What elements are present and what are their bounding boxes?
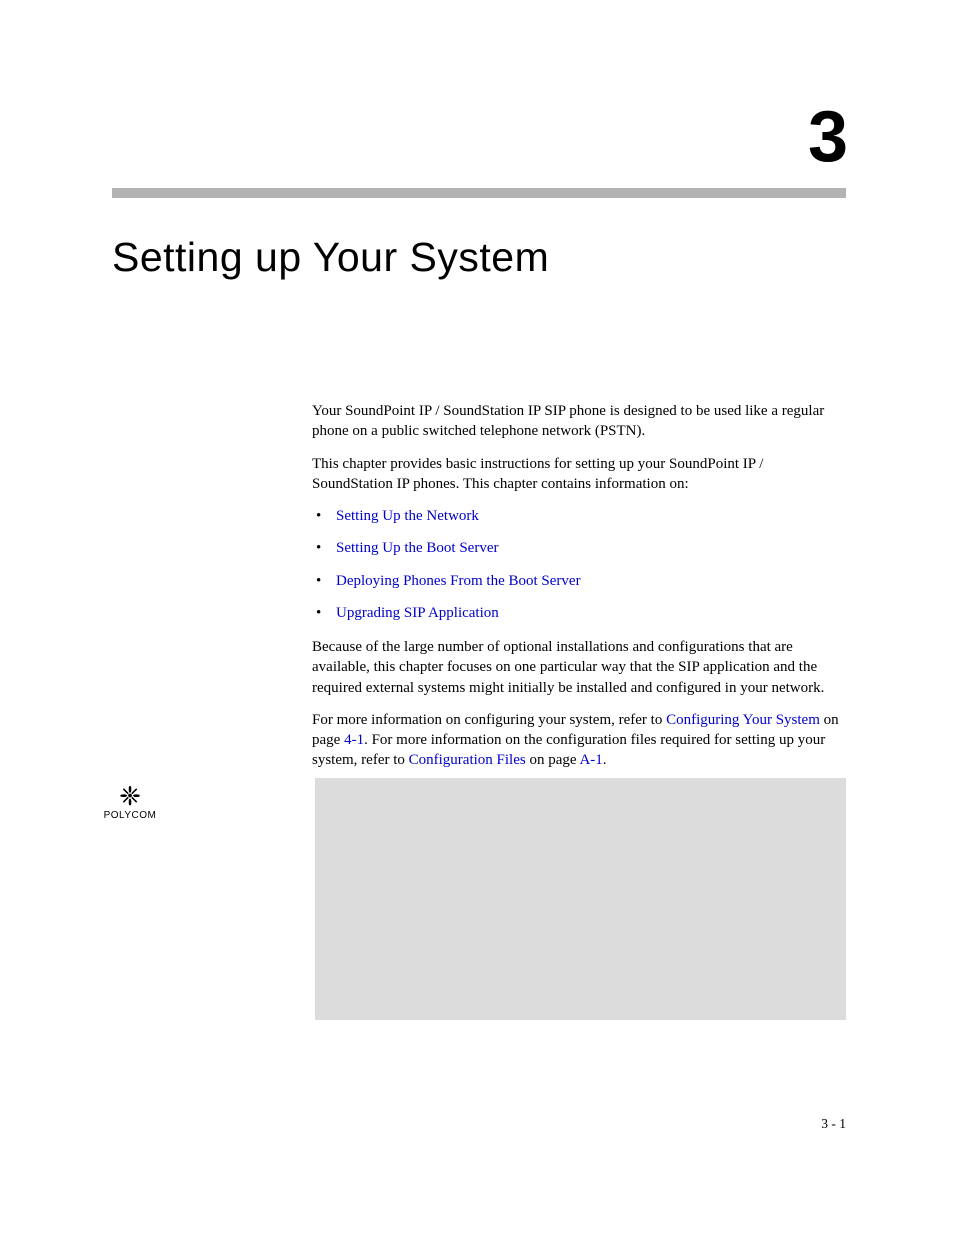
intro-paragraph-1: Your SoundPoint IP / SoundStation IP SIP…: [312, 401, 846, 442]
link-setting-up-boot-server[interactable]: Setting Up the Boot Server: [336, 540, 498, 556]
polycom-icon: ❈: [95, 783, 165, 809]
list-item: Setting Up the Boot Server: [312, 538, 846, 558]
list-item: Deploying Phones From the Boot Server: [312, 571, 846, 591]
link-configuring-your-system[interactable]: Configuring Your System: [666, 712, 820, 728]
list-item: Upgrading SIP Application: [312, 603, 846, 623]
link-upgrading-sip[interactable]: Upgrading SIP Application: [336, 605, 499, 621]
link-setting-up-network[interactable]: Setting Up the Network: [336, 508, 479, 524]
topic-list: Setting Up the Network Setting Up the Bo…: [312, 506, 846, 623]
chapter-number: 3: [112, 96, 846, 178]
list-item: Setting Up the Network: [312, 506, 846, 526]
divider-bar: [112, 188, 846, 198]
body-paragraph-3: Because of the large number of optional …: [312, 637, 846, 698]
figure-placeholder: [315, 778, 846, 1020]
text-run: .: [603, 752, 607, 768]
body-paragraph-4: For more information on configuring your…: [312, 710, 846, 771]
text-run: on page: [526, 752, 580, 768]
chapter-title: Setting up Your System: [112, 234, 846, 281]
text-run: For more information on configuring your…: [312, 712, 666, 728]
polycom-logo: ❈ POLYCOM: [95, 783, 165, 821]
intro-paragraph-2: This chapter provides basic instructions…: [312, 454, 846, 495]
link-configuration-files[interactable]: Configuration Files: [409, 752, 526, 768]
polycom-text: POLYCOM: [95, 810, 165, 821]
body-content: Your SoundPoint IP / SoundStation IP SIP…: [312, 401, 846, 771]
link-deploying-phones[interactable]: Deploying Phones From the Boot Server: [336, 573, 581, 589]
link-page-4-1[interactable]: 4-1: [344, 732, 364, 748]
page-number: 3 - 1: [821, 1116, 846, 1132]
link-page-a-1[interactable]: A-1: [579, 752, 602, 768]
